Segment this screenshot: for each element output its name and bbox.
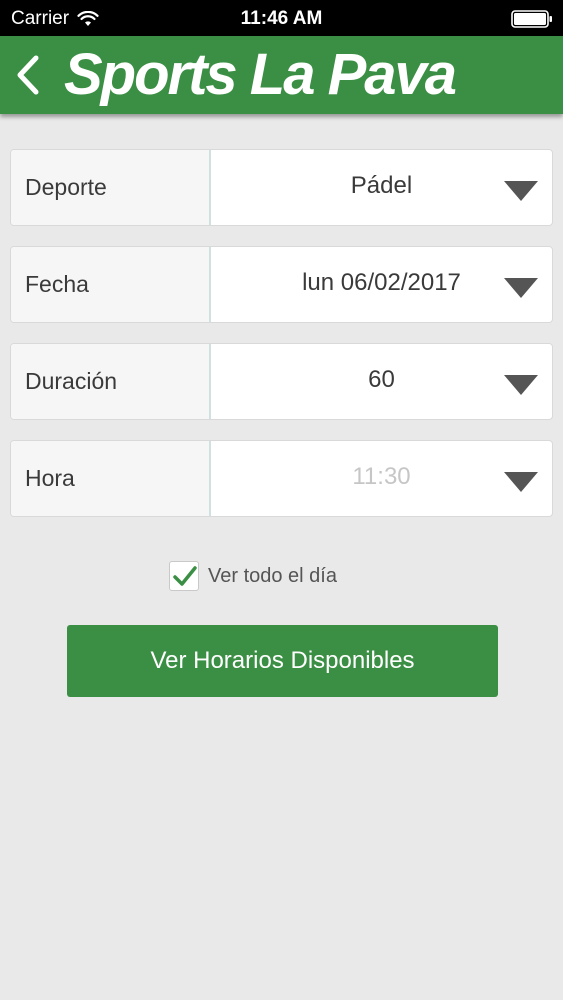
hora-select[interactable]: 11:30: [211, 441, 552, 516]
dropdown-arrow-icon: [504, 375, 538, 395]
back-button[interactable]: [8, 52, 52, 98]
status-bar: Carrier 11:46 AM: [0, 0, 563, 36]
fecha-value: lun 06/02/2017: [302, 268, 461, 296]
ver-todo-el-dia-checkbox[interactable]: [169, 561, 199, 591]
deporte-select[interactable]: Pádel: [211, 150, 552, 225]
fecha-label: Fecha: [11, 247, 211, 322]
hora-row: Hora 11:30: [10, 440, 553, 517]
ver-todo-el-dia-option: Ver todo el día: [169, 561, 337, 591]
duracion-select[interactable]: 60: [211, 344, 552, 419]
hora-value: 11:30: [352, 462, 411, 490]
chevron-left-icon: [17, 55, 39, 95]
screen: Carrier 11:46 AM Sports La Pava Deporte: [0, 0, 563, 1000]
battery-icon: [511, 10, 552, 28]
ver-todo-el-dia-label: Ver todo el día: [208, 564, 337, 587]
checkmark-icon: [173, 566, 197, 586]
duracion-value: 60: [368, 365, 395, 393]
dropdown-arrow-icon: [504, 278, 538, 298]
fecha-select[interactable]: lun 06/02/2017: [211, 247, 552, 322]
hora-label: Hora: [11, 441, 211, 516]
app-header: Sports La Pava: [0, 36, 563, 114]
deporte-row: Deporte Pádel: [10, 149, 553, 226]
duracion-label: Duración: [11, 344, 211, 419]
status-time: 11:46 AM: [240, 8, 323, 29]
duracion-row: Duración 60: [10, 343, 553, 420]
fecha-row: Fecha lun 06/02/2017: [10, 246, 553, 323]
ver-horarios-button[interactable]: Ver Horarios Disponibles: [67, 625, 498, 697]
deporte-value: Pádel: [350, 171, 413, 199]
app-title: Sports La Pava: [64, 42, 457, 107]
dropdown-arrow-icon: [504, 181, 538, 201]
booking-form: Deporte Pádel Fecha lun 06/02/2017 Durac…: [10, 149, 553, 537]
dropdown-arrow-icon: [504, 472, 538, 492]
deporte-label: Deporte: [11, 150, 211, 225]
